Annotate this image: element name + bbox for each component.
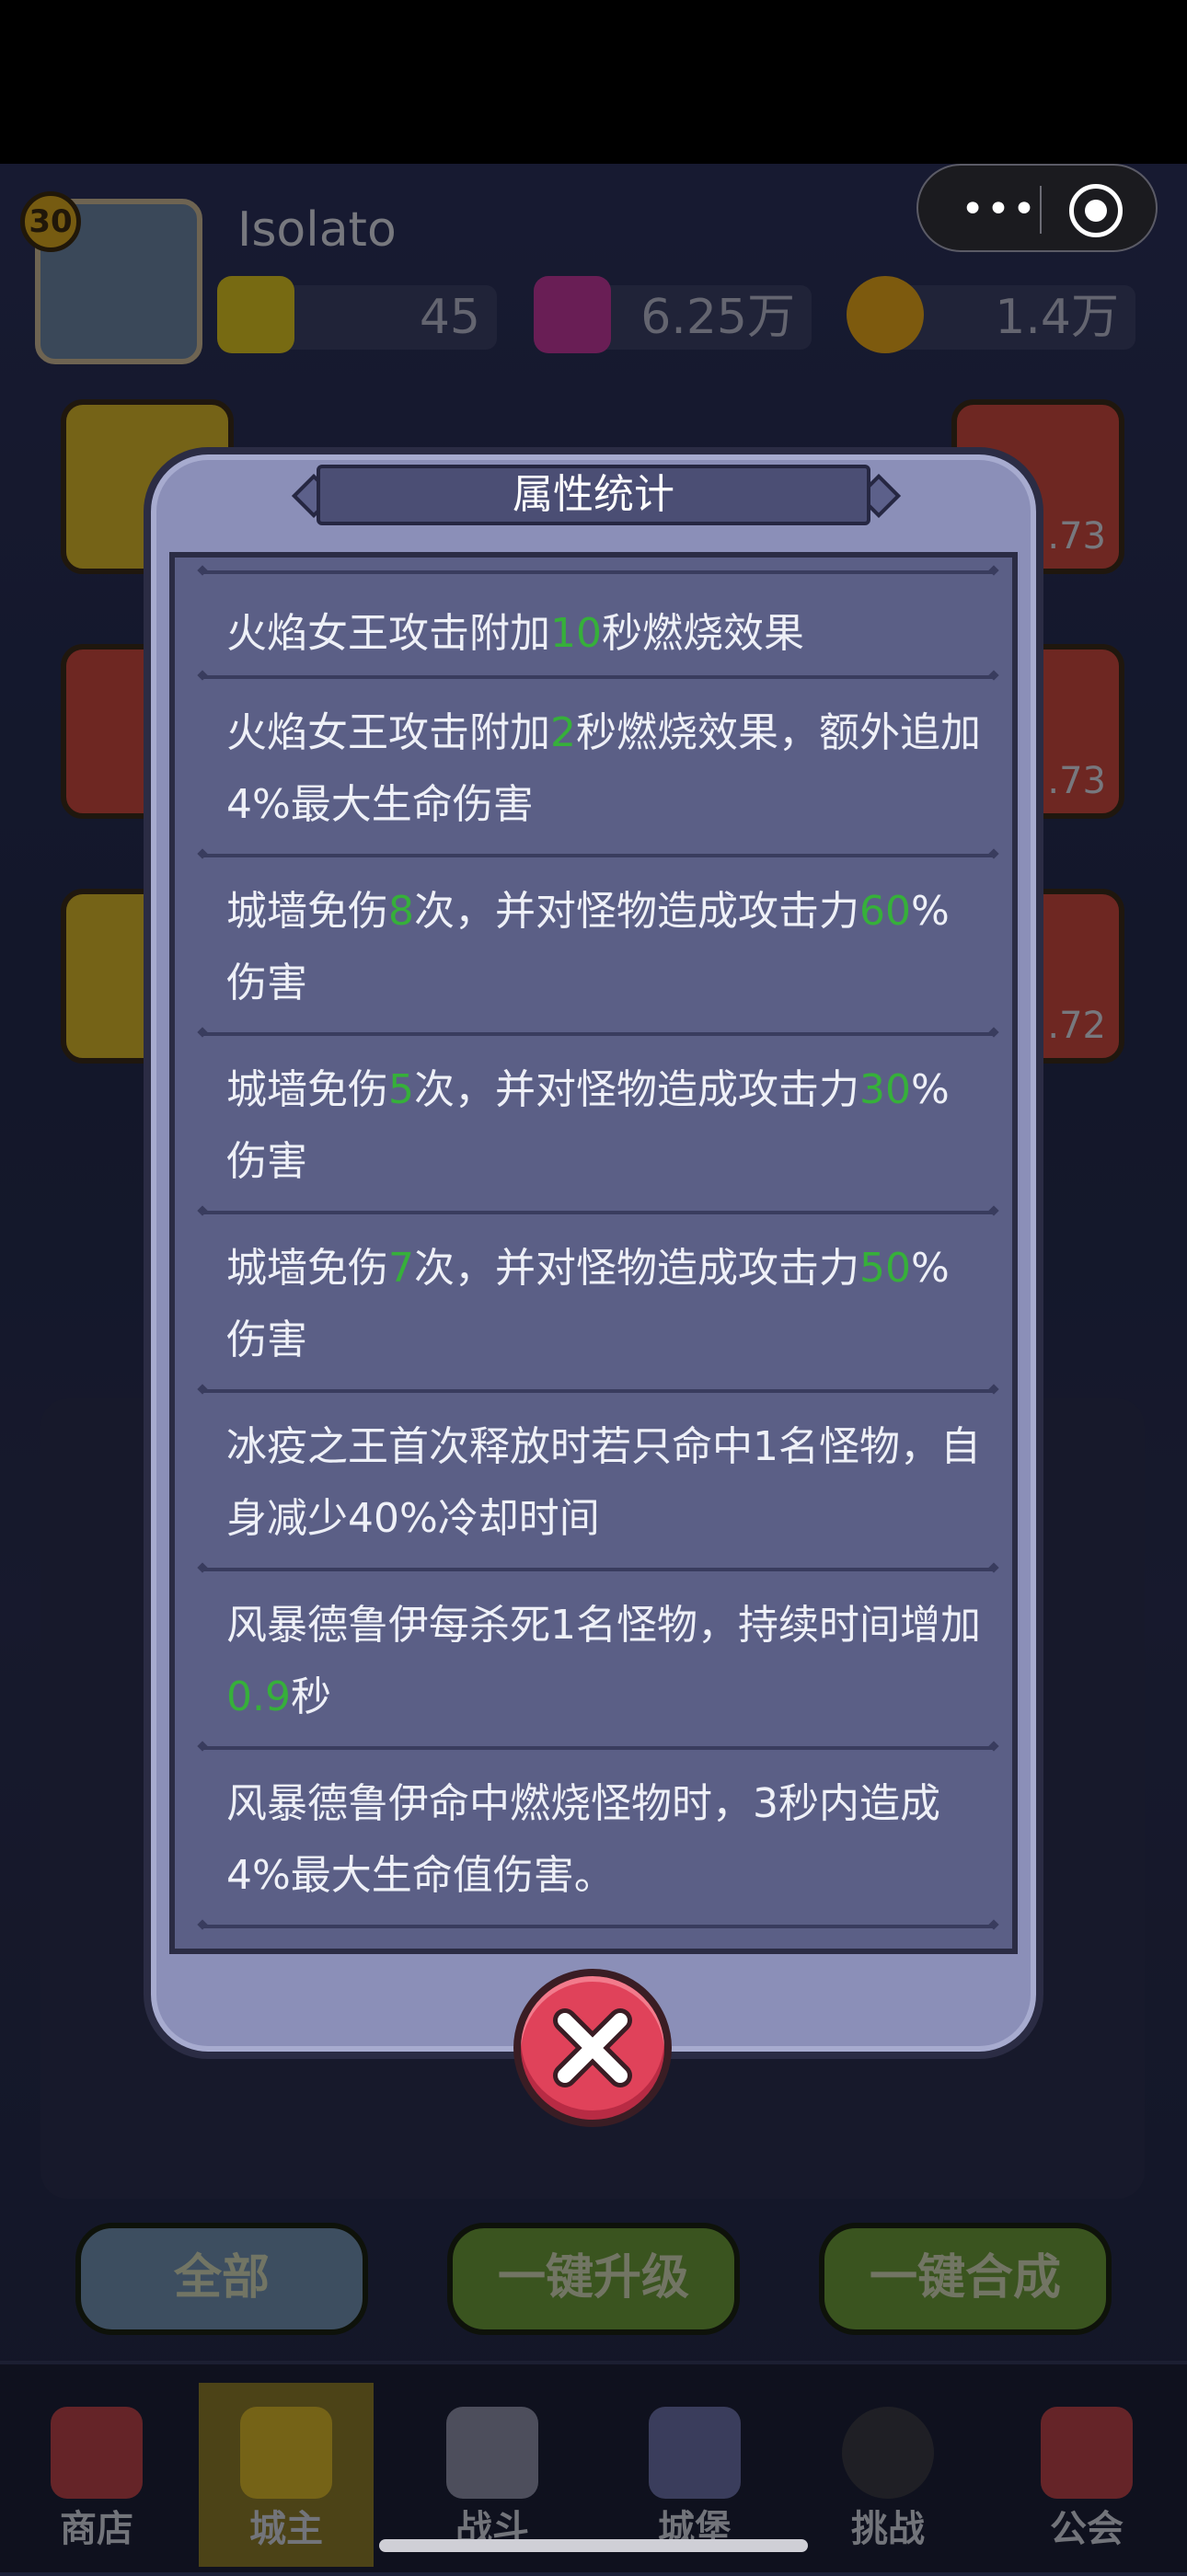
highlight-value: 7 [388,1245,414,1292]
item-text: 秒 [290,1673,331,1720]
item-text: 冰疫之王首次释放时若只命中1名怪物，自身减少40%冷却时间 [226,1423,981,1542]
item-text: 风暴德鲁伊每杀死1名怪物，持续时间增加 [226,1602,981,1649]
divider [202,1211,994,1214]
close-button[interactable] [513,1969,672,2127]
divider [202,1389,994,1393]
divider [202,1925,994,1928]
divider [202,1746,994,1750]
divider [202,570,994,574]
item-text: 火焰女王攻击附加 [226,709,550,756]
item-text: 次，并对怪物造成攻击力 [414,1245,859,1292]
attribute-item: 城墙免伤5次，并对怪物造成攻击力30%伤害 [226,1054,981,1198]
miniprogram-capsule: ••• [916,164,1158,252]
home-indicator [379,2539,808,2552]
item-text: 秒燃烧效果 [602,610,804,657]
close-miniprogram-icon[interactable] [1069,184,1123,237]
highlight-value: 5 [388,1066,414,1113]
highlight-value: 50 [859,1245,911,1292]
highlight-value: 2 [550,709,576,756]
divider [202,675,994,679]
divider [202,854,994,857]
highlight-value: 30 [859,1066,911,1113]
close-icon [553,2008,632,2087]
highlight-value: 10 [550,610,602,657]
attribute-item: 冰疫之王首次释放时若只命中1名怪物，自身减少40%冷却时间 [226,1411,981,1555]
divider [202,1032,994,1036]
item-text: 火焰女王攻击附加 [226,610,550,657]
attribute-item: 城墙免伤8次，并对怪物造成攻击力60%伤害 [226,876,981,1019]
item-text: 次，并对怪物造成攻击力 [414,1066,859,1113]
highlight-value: 8 [388,888,414,935]
item-text: 城墙免伤 [226,888,388,935]
dialog-title: 属性统计 [317,465,870,525]
item-text: 城墙免伤 [226,1245,388,1292]
attribute-item: 风暴德鲁伊命中燃烧怪物时，3秒内造成4%最大生命值伤害。 [226,1768,981,1912]
highlight-value: 60 [859,888,911,935]
attribute-item: 城墙免伤7次，并对怪物造成攻击力50%伤害 [226,1233,981,1376]
item-text: 城墙免伤 [226,1066,388,1113]
item-text: 风暴德鲁伊命中燃烧怪物时，3秒内造成4%最大生命值伤害。 [226,1780,940,1899]
status-bar [0,0,1187,164]
more-icon[interactable]: ••• [953,186,1045,234]
attribute-item: 火焰女王攻击附加2秒燃烧效果，额外追加4%最大生命伤害 [226,697,981,841]
item-text: 次，并对怪物造成攻击力 [414,888,859,935]
divider [202,1568,994,1571]
attribute-item: 火焰女王攻击附加10秒燃烧效果 [226,598,981,670]
highlight-value: 0.9 [226,1673,291,1720]
capsule-divider [1040,186,1042,234]
attribute-item: 风暴德鲁伊每杀死1名怪物，持续时间增加 0.9秒 [226,1590,981,1733]
attribute-list[interactable]: 火焰女王攻击附加10秒燃烧效果 火焰女王攻击附加2秒燃烧效果，额外追加4%最大生… [169,552,1018,1954]
